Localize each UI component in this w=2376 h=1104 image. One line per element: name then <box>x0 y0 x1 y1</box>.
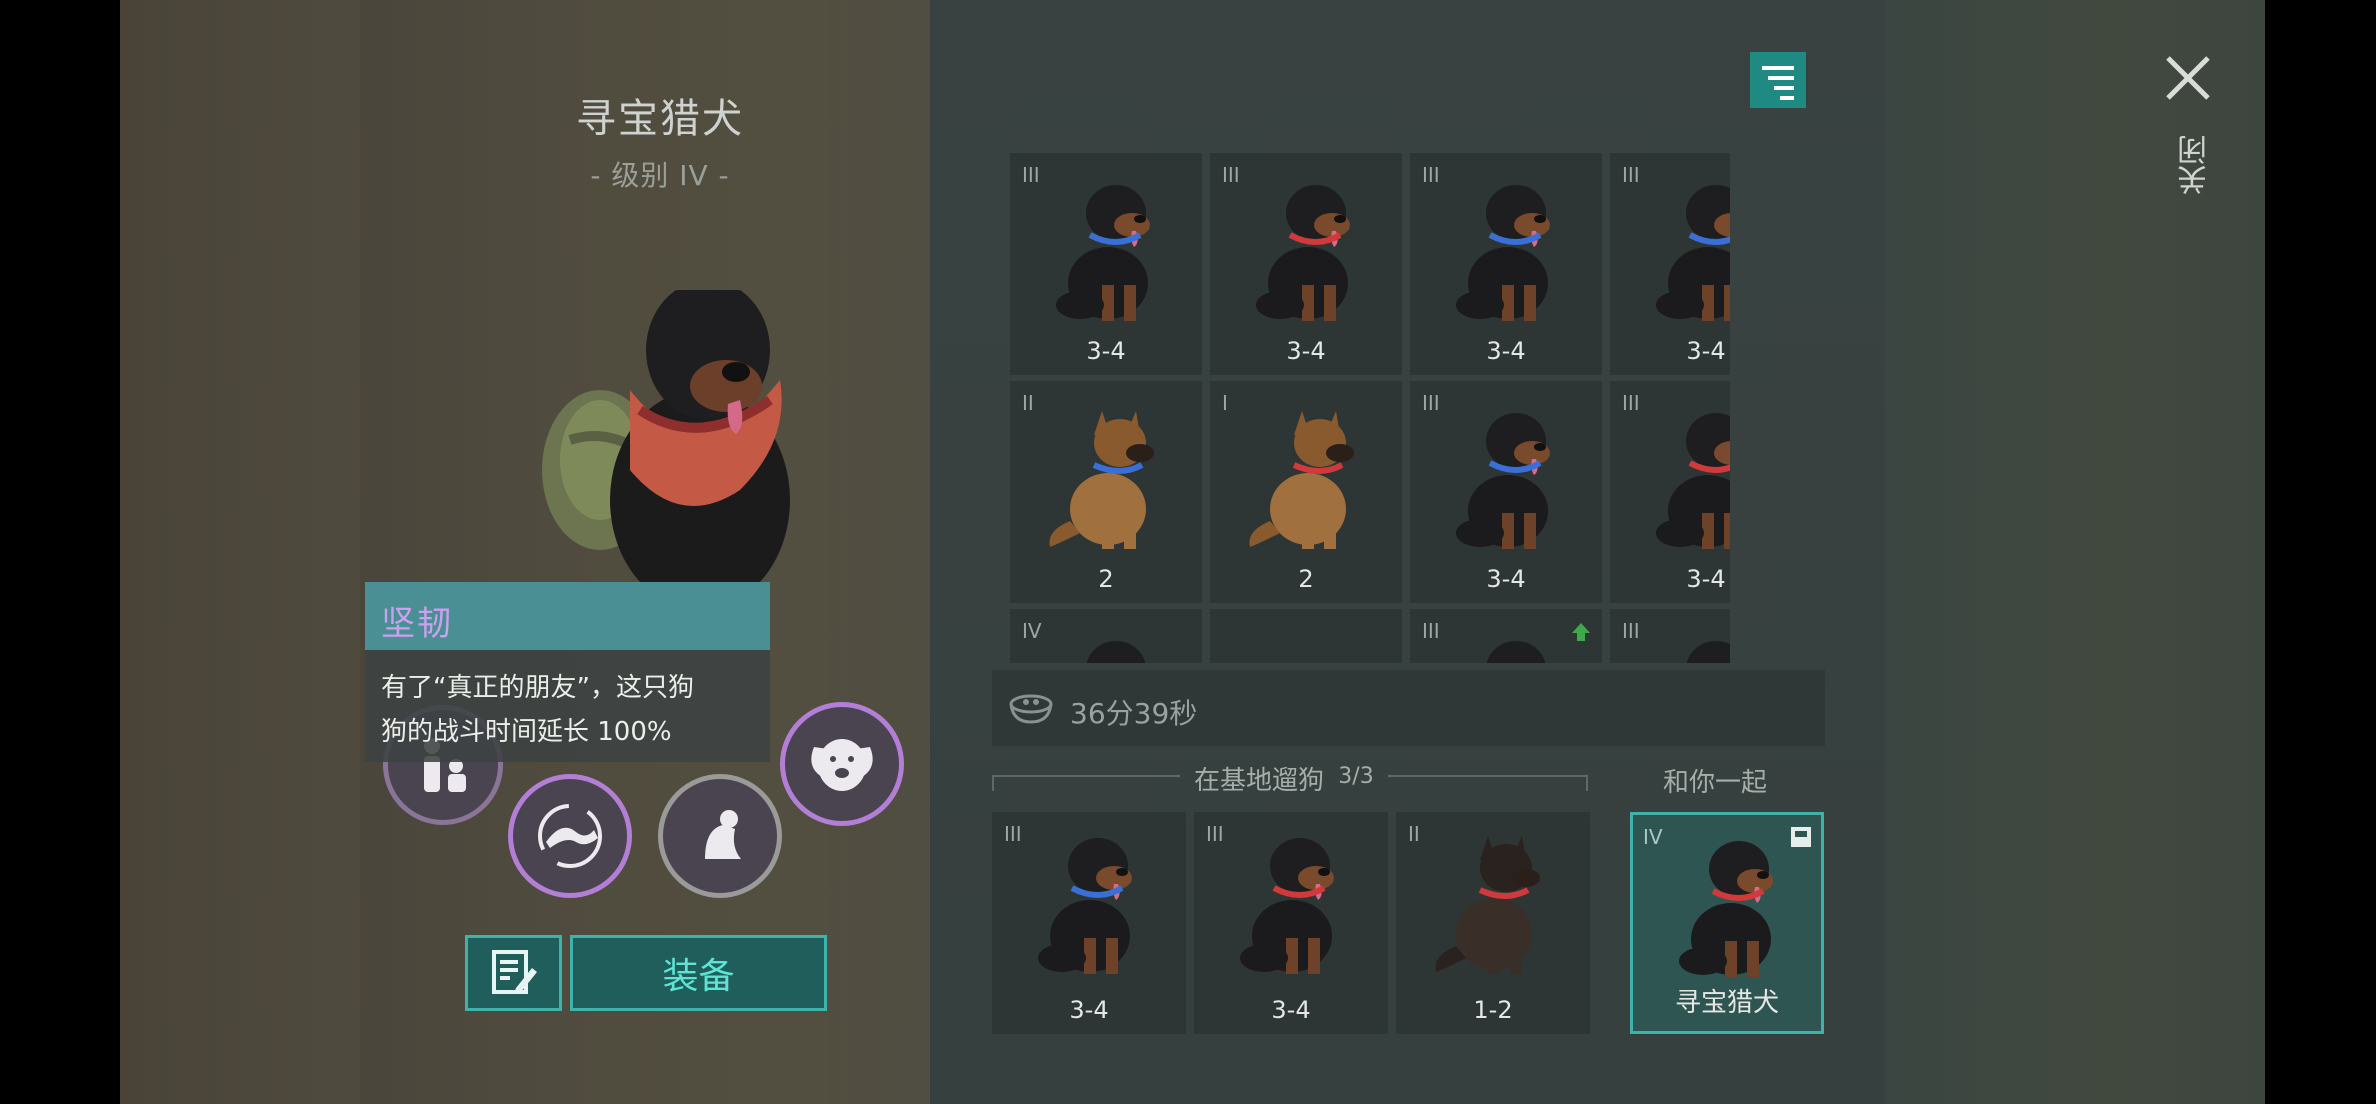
slot-label: 1-2 <box>1473 996 1513 1024</box>
dog-sprite <box>1456 185 1550 321</box>
dog-face-icon <box>811 739 873 791</box>
base-dog-slot[interactable]: III 3-4 <box>1194 812 1388 1034</box>
dog-inventory-grid[interactable]: III 3-4 III 3-4 III 3-4 III 3-4 II 2 I 2 III 3-4 III 3-… <box>1010 153 1730 663</box>
slot-tier: III <box>1422 619 1440 643</box>
base-dogs-row: III 3-4 III 3-4 II 1-2 <box>992 812 1612 1034</box>
close-button[interactable]: 关闭 <box>2160 50 2220 230</box>
tooltip-body: 有了“真正的朋友”，这只狗 狗的战斗时间延长 100% <box>365 650 770 762</box>
dog-slot[interactable]: III 3-4 <box>1010 153 1202 375</box>
sitting-dog-icon <box>705 810 741 859</box>
skill-agility-button[interactable] <box>508 774 632 898</box>
slot-label: 寻宝猎犬 <box>1674 988 1779 1018</box>
base-header-label: 在基地遛狗 <box>1194 766 1325 796</box>
slot-label: 3-4 <box>1069 996 1109 1024</box>
with-you-header: 和你一起 <box>1662 768 1767 798</box>
upgrade-arrow-icon <box>1572 623 1590 641</box>
equip-button[interactable]: 装备 <box>570 935 827 1011</box>
dog-sprite <box>1038 838 1132 974</box>
dog-slot[interactable]: III <box>1410 609 1602 663</box>
dog-slot[interactable]: III 3-4 <box>1610 381 1730 603</box>
food-timer-text: 36分39秒 <box>1070 697 1198 730</box>
dog-sprite <box>1086 641 1146 663</box>
close-label: 关闭 <box>2178 135 2213 195</box>
dog-slot[interactable]: III 3-4 <box>1210 153 1402 375</box>
slot-label: 3-4 <box>1686 565 1726 593</box>
slot-tier: II <box>1022 391 1034 415</box>
slot-tier: III <box>1222 163 1240 187</box>
slot-label: 3-4 <box>1271 996 1311 1024</box>
base-dog-slot[interactable]: III 3-4 <box>992 812 1186 1034</box>
edit-pencil-icon <box>491 950 537 994</box>
base-count: 3/3 <box>1338 764 1374 789</box>
skill-toughness-button[interactable] <box>780 702 904 826</box>
slot-tier: III <box>1622 163 1640 187</box>
sort-button[interactable] <box>1750 52 1806 108</box>
slot-label: 3-4 <box>1486 565 1526 593</box>
game-screen: 寻宝猎犬 - 级别 IV - 坚韧 有了“真正的朋友”，这只狗 狗的战斗时间延长… <box>120 0 2265 1104</box>
slot-tier: IV <box>1022 619 1042 643</box>
slot-tier: II <box>1408 822 1420 846</box>
dog-slot[interactable]: III 3-4 <box>1610 153 1730 375</box>
slot-tier: III <box>1004 822 1022 846</box>
slot-label: 3-4 <box>1286 337 1326 365</box>
slot-label: 2 <box>1098 565 1114 593</box>
dog-sprite <box>1456 413 1550 549</box>
dog-level-label: - 级别 IV - <box>590 159 730 192</box>
dog-slot[interactable]: I2 <box>1210 381 1402 603</box>
base-dog-slot[interactable]: II 1-2 <box>1396 812 1590 1034</box>
dog-sprite <box>1256 185 1350 321</box>
slot-label: 3-4 <box>1686 337 1726 365</box>
dog-sprite <box>1240 838 1334 974</box>
dog-slot[interactable]: II 2 <box>1010 381 1202 603</box>
dog-sprite <box>1249 411 1354 549</box>
slot-tier: IV <box>1643 825 1663 849</box>
slot-tier: III <box>1022 163 1040 187</box>
dog-sprite <box>1686 641 1730 663</box>
tooltip-header: 坚韧 <box>365 582 770 650</box>
dog-slot[interactable]: III 3-4 <box>1410 153 1602 375</box>
edit-notes-button[interactable] <box>465 935 562 1011</box>
base-header: 在基地遛狗 3/3 <box>1180 760 1388 800</box>
dog-sprite <box>1656 413 1730 549</box>
dog-sprite <box>1679 841 1773 977</box>
skill-sit-button[interactable] <box>658 774 782 898</box>
slot-label: 2 <box>1298 565 1314 593</box>
with-you-slot[interactable]: IV 寻宝猎犬 <box>1630 812 1824 1034</box>
dog-sprite <box>1656 185 1730 321</box>
dog-sprite <box>1435 836 1540 974</box>
slot-label: 3-4 <box>1486 337 1526 365</box>
tooltip-title: 坚韧 <box>381 604 453 644</box>
food-timer-bar: 36分39秒 <box>992 670 1825 746</box>
equipped-badge-icon <box>1791 827 1811 847</box>
slot-tier: III <box>1206 822 1224 846</box>
sort-list-icon <box>1762 66 1794 100</box>
slot-tier: III <box>1622 391 1640 415</box>
dog-name-title: 寻宝猎犬 <box>576 96 744 142</box>
dog-slot[interactable]: III 3-4 <box>1410 381 1602 603</box>
dog-slot[interactable]: IV <box>1010 609 1202 663</box>
empty-dog-slot[interactable] <box>1210 609 1402 663</box>
slot-tier: III <box>1422 391 1440 415</box>
close-icon <box>2166 56 2210 100</box>
dog-slot[interactable]: III <box>1610 609 1730 663</box>
dog-jump-icon <box>538 804 602 868</box>
dog-sprite <box>1056 185 1150 321</box>
dog-portrait <box>542 290 790 590</box>
dog-sprite <box>1049 411 1154 549</box>
slot-tier: III <box>1422 163 1440 187</box>
food-bowl-icon <box>1009 694 1053 724</box>
slot-tier: I <box>1222 391 1228 415</box>
dog-sprite <box>1486 641 1546 663</box>
slot-tier: III <box>1622 619 1640 643</box>
tooltip-line-2: 狗的战斗时间延长 100% <box>381 717 672 747</box>
slot-label: 3-4 <box>1086 337 1126 365</box>
skill-tooltip: 坚韧 有了“真正的朋友”，这只狗 狗的战斗时间延长 100% <box>365 582 770 762</box>
tooltip-line-1: 有了“真正的朋友”，这只狗 <box>381 673 694 703</box>
